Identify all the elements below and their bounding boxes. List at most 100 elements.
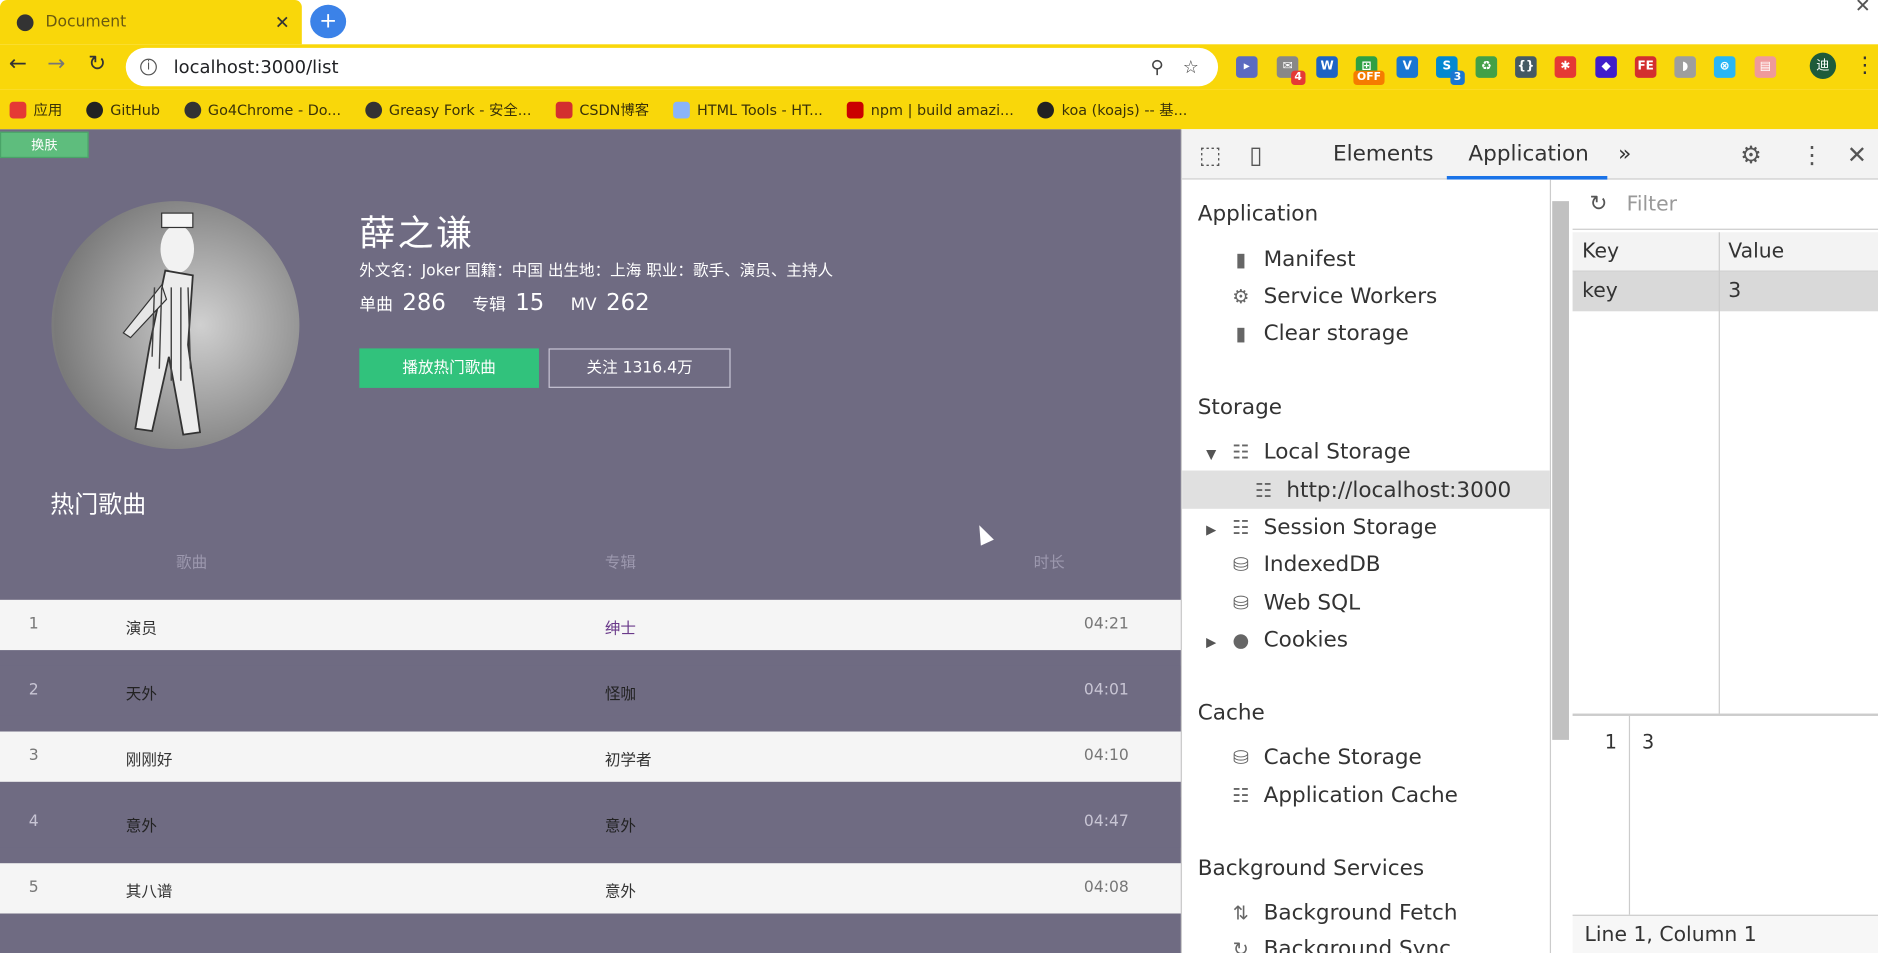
npm-icon bbox=[846, 101, 864, 118]
song-index: 4 bbox=[28, 812, 39, 831]
sidebar-item-websql[interactable]: ⛁ Web SQL bbox=[1228, 590, 1360, 615]
browser-menu-icon[interactable]: ⋮ bbox=[1854, 53, 1876, 78]
sidebar-item-indexeddb[interactable]: ⛁ IndexedDB bbox=[1228, 552, 1381, 577]
stat-label-mv: MV bbox=[570, 295, 597, 315]
cookie-icon: ● bbox=[1232, 628, 1250, 652]
extension-code-icon[interactable]: {} bbox=[1515, 56, 1537, 78]
tab-close-icon[interactable]: ✕ bbox=[275, 11, 290, 33]
row-value[interactable]: 3 bbox=[1728, 279, 1741, 303]
song-row[interactable]: 4 意外 意外 04:47 bbox=[0, 797, 1181, 848]
song-title[interactable]: 刚刚好 bbox=[126, 747, 173, 770]
bookmark-item[interactable]: koa (koajs) -- 基... bbox=[1037, 99, 1187, 119]
tab-elements[interactable]: Elements bbox=[1333, 141, 1433, 166]
device-toolbar-icon[interactable]: ▯ bbox=[1249, 140, 1262, 169]
sidebar-item-clear-storage[interactable]: ▮ Clear storage bbox=[1228, 321, 1409, 346]
bookmark-item[interactable]: HTML Tools - HT... bbox=[673, 101, 823, 118]
song-album[interactable]: 意外 bbox=[605, 879, 636, 902]
sidebar-item-session-storage[interactable]: ☷ Session Storage bbox=[1228, 515, 1437, 540]
extension-fe-icon[interactable]: FE bbox=[1634, 56, 1657, 78]
devtools-close-icon[interactable]: ✕ bbox=[1847, 140, 1867, 169]
extension-grid-icon[interactable]: ⊞ OFF bbox=[1353, 56, 1385, 86]
tab-application[interactable]: Application bbox=[1468, 141, 1588, 166]
address-bar[interactable]: i localhost:3000/list ⚲ ☆ bbox=[125, 47, 1219, 87]
application-sidebar: Application ▮ Manifest ⚙ Service Workers ▮… bbox=[1182, 179, 1552, 953]
stat-value-albums: 15 bbox=[515, 289, 545, 317]
extension-icon[interactable]: ▸ bbox=[1236, 56, 1258, 78]
extension-people-icon[interactable]: ✱ bbox=[1554, 56, 1577, 78]
artist-stats: 单曲 286 专辑 15 MV 262 bbox=[359, 290, 666, 316]
stat-label-singles: 单曲 bbox=[359, 295, 393, 315]
section-cache: Cache bbox=[1197, 700, 1265, 726]
sidebar-item-service-workers[interactable]: ⚙ Service Workers bbox=[1228, 284, 1437, 309]
profile-avatar[interactable]: 迪 bbox=[1809, 52, 1837, 80]
bookmark-item[interactable]: Greasy Fork - 安全... bbox=[364, 99, 531, 119]
bookmark-item[interactable]: Go4Chrome - Do... bbox=[183, 101, 341, 118]
extension-mail-icon[interactable]: ✉ 4 bbox=[1276, 56, 1306, 86]
row-key[interactable]: key bbox=[1582, 279, 1618, 303]
extension-word-icon[interactable]: W bbox=[1316, 56, 1338, 78]
play-hot-songs-button[interactable]: 播放热门歌曲 bbox=[359, 348, 539, 388]
sidebar-item-cookies[interactable]: ● Cookies bbox=[1228, 627, 1348, 652]
extension-s-icon[interactable]: S3 bbox=[1436, 56, 1465, 86]
song-row[interactable]: 1 演员 绅士 04:21 bbox=[0, 599, 1181, 651]
extension-calendar-icon[interactable]: ▤ bbox=[1754, 56, 1777, 78]
sidebar-item-application-cache[interactable]: ☷ Application Cache bbox=[1228, 783, 1458, 808]
stat-value-mv: 262 bbox=[606, 289, 650, 317]
key-column-header[interactable]: Key bbox=[1582, 239, 1619, 263]
sidebar-item-manifest[interactable]: ▮ Manifest bbox=[1228, 247, 1356, 272]
collapse-arrow-icon[interactable]: ▶ bbox=[1206, 635, 1216, 651]
sidebar-item-local-storage[interactable]: ☷ Local Storage bbox=[1228, 439, 1410, 464]
song-title[interactable]: 演员 bbox=[126, 615, 157, 638]
zoom-icon[interactable]: ⚲ bbox=[1150, 56, 1163, 78]
column-header-album: 专辑 bbox=[604, 554, 636, 573]
song-row[interactable]: 2 天外 怪咖 04:01 bbox=[0, 665, 1181, 716]
url-text[interactable]: localhost:3000/list bbox=[174, 56, 1151, 78]
bookmark-item[interactable]: GitHub bbox=[86, 101, 160, 118]
song-album[interactable]: 初学者 bbox=[605, 747, 652, 770]
follow-button[interactable]: 关注 1316.4万 bbox=[548, 348, 731, 388]
back-icon[interactable]: ← bbox=[5, 51, 31, 77]
bookmark-item[interactable]: npm | build amazi... bbox=[846, 101, 1014, 118]
inspect-element-icon[interactable]: ⬚ bbox=[1199, 140, 1222, 169]
forward-icon[interactable]: → bbox=[43, 51, 69, 77]
storage-row[interactable]: key 3 bbox=[1572, 271, 1878, 312]
browser-tab[interactable]: Document ✕ bbox=[0, 0, 302, 45]
bookmark-item[interactable]: CSDN博客 bbox=[555, 99, 649, 119]
bookmark-star-icon[interactable]: ☆ bbox=[1183, 56, 1199, 78]
extension-diamond-icon[interactable]: ◆ bbox=[1595, 56, 1617, 78]
song-row[interactable]: 5 其八谱 意外 04:08 bbox=[0, 863, 1181, 914]
sidebar-item-localhost[interactable]: ☷ http://localhost:3000 bbox=[1250, 478, 1511, 503]
window-close-icon[interactable]: ✕ bbox=[1855, 0, 1871, 17]
extension-gray-icon[interactable]: ◗ bbox=[1674, 56, 1696, 78]
sidebar-scrollbar[interactable] bbox=[1552, 201, 1569, 740]
sidebar-item-background-sync[interactable]: ↻ Background Sync bbox=[1228, 936, 1451, 953]
value-column-header[interactable]: Value bbox=[1728, 239, 1784, 263]
stat-value-singles: 286 bbox=[402, 289, 446, 317]
filter-input[interactable]: Filter bbox=[1627, 192, 1677, 216]
song-title[interactable]: 其八谱 bbox=[126, 879, 173, 902]
devtools-menu-icon[interactable]: ⋮ bbox=[1800, 140, 1824, 169]
new-tab-button[interactable]: + bbox=[310, 4, 347, 39]
refresh-icon[interactable]: ↻ bbox=[1589, 192, 1607, 217]
song-album[interactable]: 绅士 bbox=[605, 615, 636, 638]
site-info-icon[interactable]: i bbox=[140, 58, 157, 76]
more-tabs-icon[interactable]: » bbox=[1618, 141, 1631, 166]
bookmark-item[interactable]: 应用 bbox=[9, 99, 62, 119]
song-album[interactable]: 意外 bbox=[605, 813, 636, 836]
collapse-arrow-icon[interactable]: ▶ bbox=[1206, 522, 1216, 538]
song-title[interactable]: 天外 bbox=[126, 681, 157, 704]
extension-recycle-icon[interactable]: ♻ bbox=[1475, 56, 1498, 78]
extension-blue-icon[interactable]: ⊗ bbox=[1713, 56, 1736, 78]
song-duration: 04:10 bbox=[1083, 747, 1129, 766]
extension-v-icon[interactable]: V bbox=[1396, 56, 1419, 78]
sidebar-item-cache-storage[interactable]: ⛁ Cache Storage bbox=[1228, 745, 1422, 770]
song-title[interactable]: 意外 bbox=[126, 813, 157, 836]
reload-icon[interactable]: ↻ bbox=[84, 51, 110, 77]
sidebar-item-background-fetch[interactable]: ⇅ Background Fetch bbox=[1228, 900, 1458, 925]
expand-arrow-icon[interactable]: ▼ bbox=[1206, 447, 1216, 463]
section-storage: Storage bbox=[1197, 395, 1283, 421]
song-row[interactable]: 3 刚刚好 初学者 04:10 bbox=[0, 731, 1181, 782]
skin-button[interactable]: 换肤 bbox=[0, 131, 89, 159]
settings-gear-icon[interactable]: ⚙ bbox=[1740, 140, 1761, 169]
song-album[interactable]: 怪咖 bbox=[605, 681, 636, 704]
